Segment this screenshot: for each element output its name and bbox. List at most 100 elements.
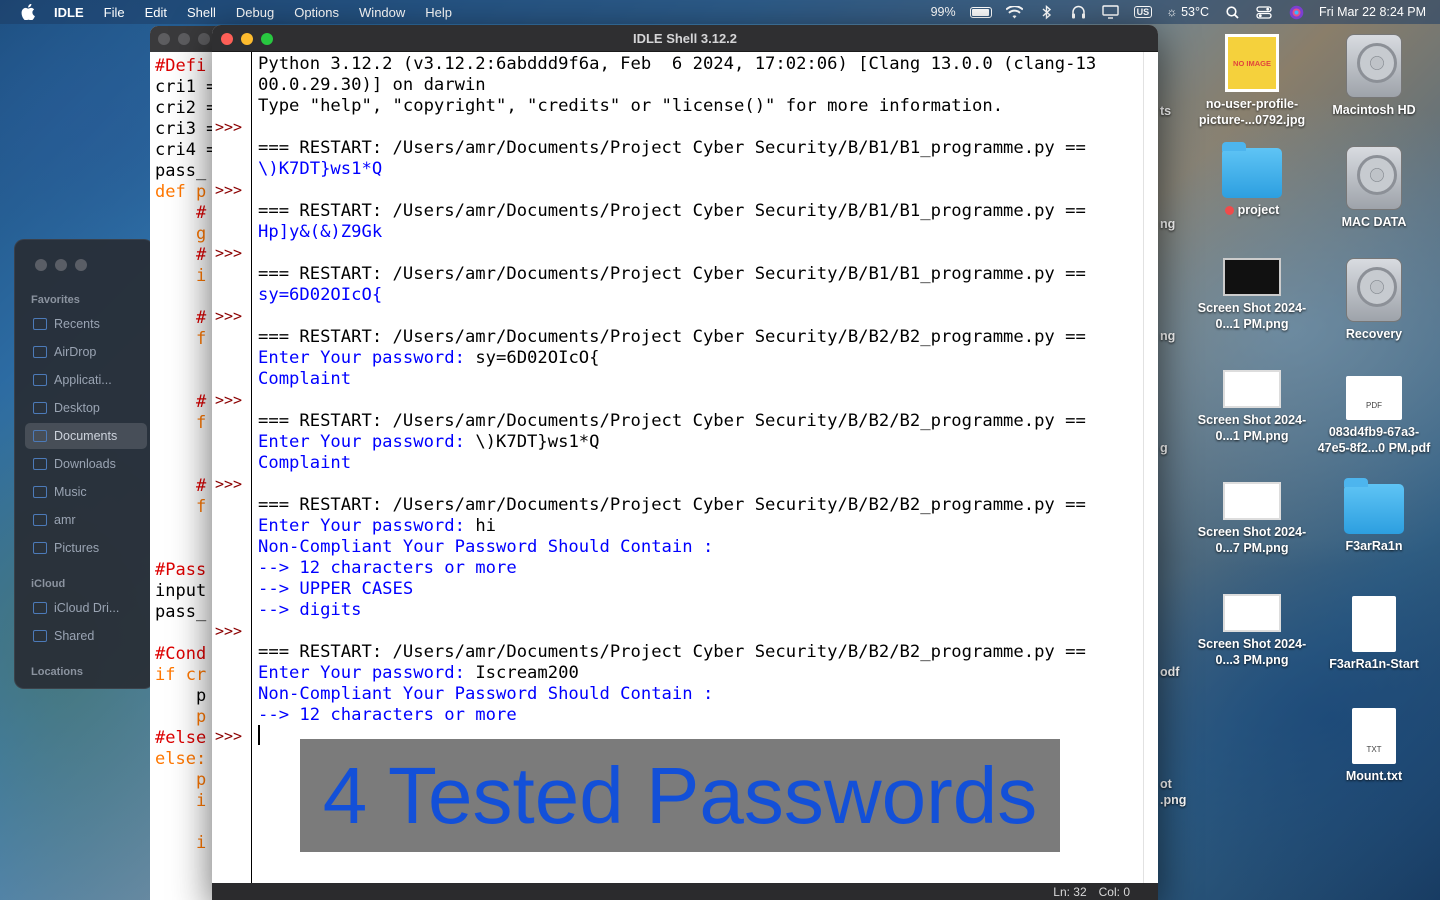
desktop-icon-label: 083d4fb9-67a3-47e5-8f2...0 PM.pdf [1317,425,1431,455]
editor-code-area[interactable]: #Defi cri1 = cri2 = cri3 = cri4 = pass_ def p … [155,56,216,854]
window-title: IDLE Shell 3.12.2 [632,31,738,46]
annotation-banner: 4 Tested Passwords [300,739,1060,852]
menu-options[interactable]: Options [294,5,339,20]
red-tag-icon [1224,206,1234,216]
home-icon [33,514,47,526]
spotlight-search-icon[interactable] [1223,4,1241,20]
desktop-icon-screenshot-2[interactable]: Screen Shot 2024-0...1 PM.png [1193,370,1311,444]
headphones-icon[interactable] [1070,4,1088,20]
editor-close-button[interactable] [158,33,170,45]
desktop-icon-screenshot-4[interactable]: Screen Shot 2024-0...3 PM.png [1193,594,1311,668]
wifi-icon[interactable] [1006,4,1024,20]
prompt-gutter: >>> >>> >>> >>> >>> >>> >>> >>> [212,52,252,885]
sidebar-item-applications[interactable]: Applicati... [25,367,147,393]
input-source-badge[interactable]: US [1133,6,1153,18]
desktop-icon-macintosh-hd[interactable]: Macintosh HD [1315,34,1433,118]
sidebar-item-desktop[interactable]: Desktop [25,395,147,421]
weather-widget[interactable]: ☼ 53°C [1166,5,1209,19]
sidebar-item-shared[interactable]: Shared [25,623,147,649]
menubar-clock[interactable]: Fri Mar 22 8:24 PM [1319,5,1426,19]
desktop-icon-f3arra1n-start[interactable]: F3arRa1n-Start [1315,596,1433,672]
shell-line-text: \)K7DT}ws1*Q [258,159,383,179]
display-icon[interactable] [1102,4,1120,20]
sidebar-item-music[interactable]: Music [25,479,147,505]
shell-line-text: === RESTART: /Users/amr/Documents/Projec… [258,138,1086,158]
desktop-icon-mac-data[interactable]: MAC DATA [1315,146,1433,230]
desktop-icon-mount-txt[interactable]: TXT Mount.txt [1315,708,1433,784]
sidebar-item-airdrop[interactable]: AirDrop [25,339,147,365]
shell-line: Complaint [258,453,1096,474]
editor-code-line: # [155,203,207,223]
shell-prompt: >>> [215,727,243,745]
desktop-icon-recovery[interactable]: Recovery [1315,258,1433,342]
shell-line: Enter Your password: Iscream200 [258,663,1096,684]
user-input-text: sy=6D02OIcO{ [475,348,600,368]
shell-line-text: Type "help", "copyright", "credits" or "… [258,96,1004,116]
sidebar-item-icloud-drive[interactable]: iCloud Dri... [25,595,147,621]
sidebar-item-label: Shared [54,629,95,643]
shell-line: Non-Compliant Your Password Should Conta… [258,537,1096,558]
sidebar-item-recents[interactable]: Recents [25,311,147,337]
sidebar-item-home[interactable]: amr [25,507,147,533]
editor-code-line: i [155,266,207,286]
shell-titlebar[interactable]: IDLE Shell 3.12.2 [212,25,1158,52]
pdf-document-icon: PDF [1346,376,1402,420]
editor-minimize-button[interactable] [178,33,190,45]
editor-code-line [155,812,216,833]
bluetooth-icon[interactable] [1038,4,1056,20]
sidebar-item-label: Documents [54,429,118,443]
status-menus: 99% US ☼ 53°C Fri Mar 22 8:24 PM [931,0,1426,24]
menu-app-name[interactable]: IDLE [54,5,84,20]
sidebar-item-downloads[interactable]: Downloads [25,451,147,477]
menu-edit[interactable]: Edit [145,5,167,20]
editor-zoom-button[interactable] [198,33,210,45]
desktop-icon-label: F3arRa1n-Start [1329,657,1419,671]
battery-icon[interactable] [969,6,992,18]
downloads-icon [33,458,47,470]
desktop-partial-label: g [1160,441,1168,455]
folder-icon [1222,142,1282,198]
shell-line-text: Complaint [258,369,352,389]
sidebar-item-label: Applicati... [54,373,112,387]
pictures-icon [33,542,47,554]
shell-line: Enter Your password: sy=6D02OIcO{ [258,348,1096,369]
finder-close-button[interactable] [35,259,47,271]
sidebar-item-documents[interactable]: Documents [25,423,147,449]
shell-line-text: --> digits [258,600,362,620]
desktop-icon-pdf-file[interactable]: PDF 083d4fb9-67a3-47e5-8f2...0 PM.pdf [1315,376,1433,456]
sidebar-item-pictures[interactable]: Pictures [25,535,147,561]
vertical-scrollbar[interactable] [1143,52,1158,883]
status-col: Col: 0 [1098,884,1130,899]
finder-minimize-button[interactable] [55,259,67,271]
menu-shell[interactable]: Shell [187,5,216,20]
desktop-icon-screenshot-3[interactable]: Screen Shot 2024-0...7 PM.png [1193,482,1311,556]
desktop-icon-profile-picture[interactable]: NO IMAGE no-user-profile-picture-...0792… [1193,34,1311,128]
shell-output[interactable]: Python 3.12.2 (v3.12.2:6abddd9f6a, Feb 6… [258,54,1096,726]
desktop-icon-label-row: project [1193,202,1311,218]
shell-line: === RESTART: /Users/amr/Documents/Projec… [258,264,1096,285]
finder-zoom-button[interactable] [75,259,87,271]
siri-icon[interactable] [1287,4,1305,20]
menu-file[interactable]: File [104,5,125,20]
menu-window[interactable]: Window [359,5,405,20]
editor-code-line: if cr [155,665,207,685]
menu-debug[interactable]: Debug [236,5,274,20]
desktop-icon-project-folder[interactable]: project [1193,142,1311,218]
battery-percent[interactable]: 99% [931,5,956,19]
desktop-icon-label: F3arRa1n [1345,539,1403,553]
shell-line: === RESTART: /Users/amr/Documents/Projec… [258,327,1096,348]
desktop-partial-label: ts [1160,104,1172,118]
sidebar-section-locations: Locations [31,666,83,678]
desktop-icon-f3arra1n-folder[interactable]: F3arRa1n [1315,478,1433,554]
applications-icon [33,374,47,386]
editor-code-line: # [155,245,207,265]
documents-icon [33,430,47,442]
editor-code-line: cri2 = [155,98,217,118]
apple-menu-icon[interactable] [20,4,36,20]
control-center-icon[interactable] [1255,4,1273,20]
desktop-icon-screenshot-1[interactable]: Screen Shot 2024-0...1 PM.png [1193,258,1311,332]
menu-help[interactable]: Help [425,5,452,20]
desktop-icon-label: Screen Shot 2024-0...1 PM.png [1197,301,1307,331]
screenshot-thumbnail-icon [1223,258,1281,296]
